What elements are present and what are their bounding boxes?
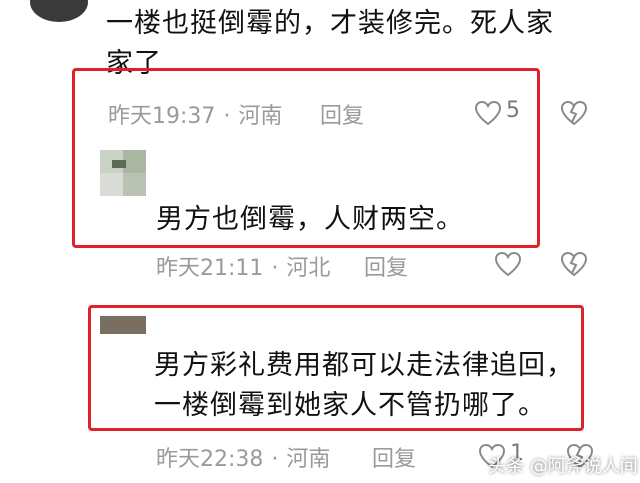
broken-heart-icon[interactable]: [560, 251, 588, 277]
avatar[interactable]: [100, 150, 146, 196]
heart-outline-icon[interactable]: [494, 251, 522, 277]
reply-button[interactable]: 回复: [364, 250, 408, 282]
avatar[interactable]: [100, 316, 146, 334]
reply-time: 昨天22:38: [156, 447, 264, 472]
reply-meta: 昨天21:11 · 河北: [156, 250, 330, 282]
reply-text-line: 一楼倒霉到她家人不管扔哪了。: [154, 390, 546, 421]
reply-text: 男方彩礼费用都可以走法律追回， 一楼倒霉到她家人不管扔哪了。: [154, 346, 584, 426]
reply-time: 昨天21:11: [156, 256, 264, 281]
reply-meta: 昨天22:38 · 河南: [156, 441, 330, 473]
reply-button[interactable]: 回复: [372, 441, 416, 473]
broken-heart-icon[interactable]: [560, 100, 588, 126]
watermark: 头条 @阿斧说人间: [488, 456, 638, 477]
reply-text: 男方也倒霉，人财两空。: [156, 204, 464, 235]
comment-text-line: 一楼也挺倒霉的，才装修完。死人家: [106, 8, 554, 39]
meta-separator: ·: [271, 256, 279, 281]
meta-separator: ·: [271, 447, 279, 472]
reply-text-line: 男方彩礼费用都可以走法律追回，: [154, 350, 574, 381]
reply-location: 河北: [286, 256, 331, 281]
avatar[interactable]: [30, 0, 88, 22]
reply-location: 河南: [286, 447, 331, 472]
